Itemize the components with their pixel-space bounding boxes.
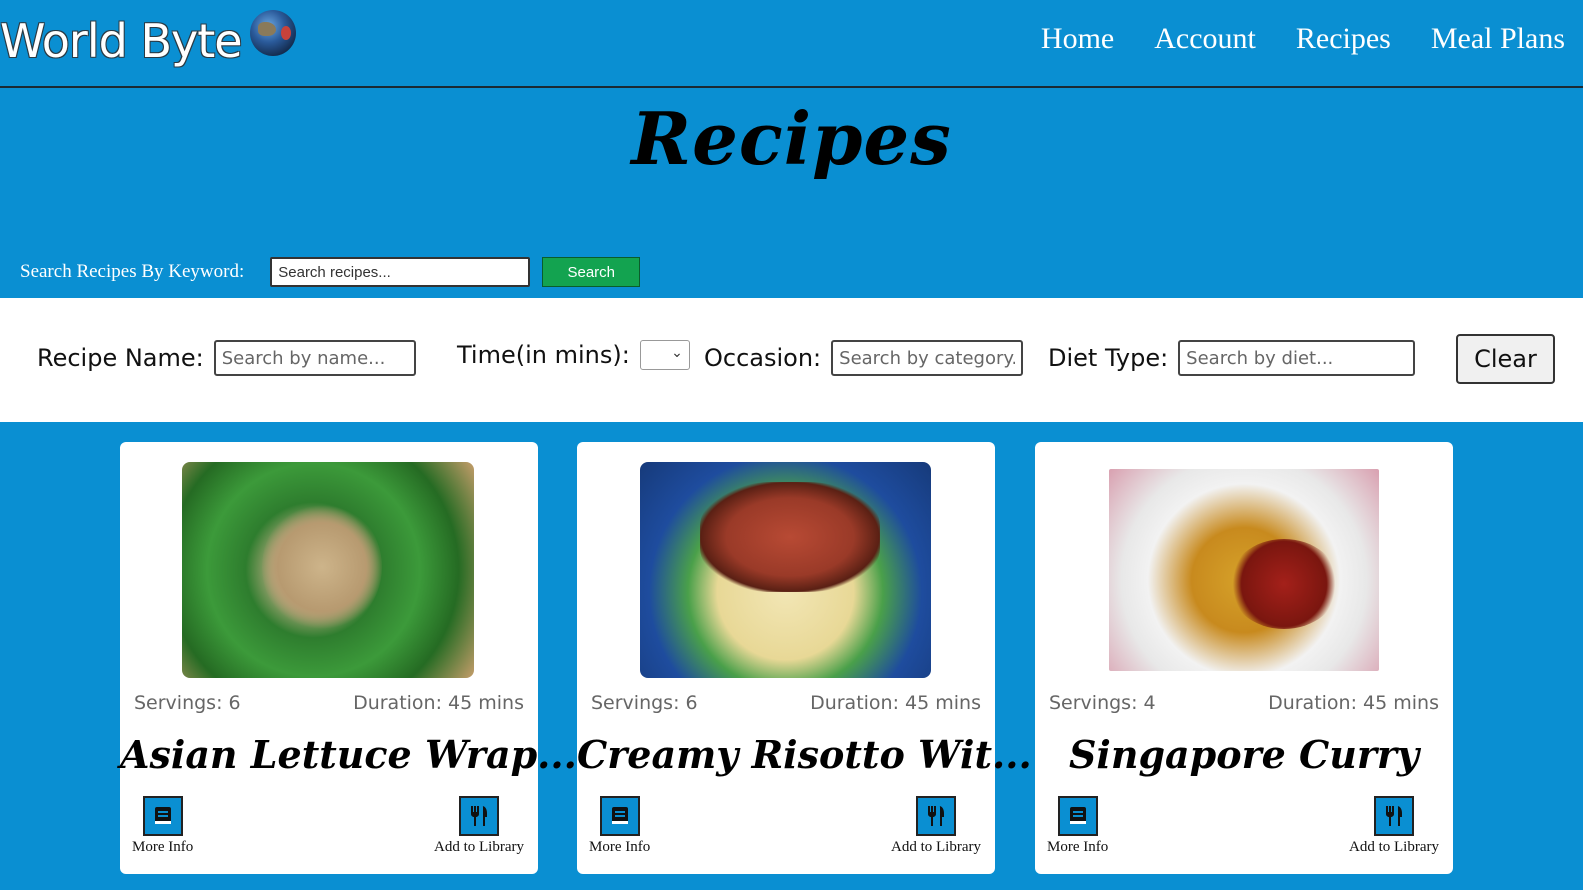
recipe-card: Servings: 6 Duration: 45 mins Asian Lett… (120, 442, 577, 874)
add-to-library-label: Add to Library (1349, 839, 1439, 855)
recipe-title[interactable]: Singapore Curry (1035, 732, 1453, 777)
occasion-label: Occasion: (704, 344, 822, 372)
time-filter: Time(in mins): ⌄ (457, 340, 690, 370)
utensils-icon (459, 796, 499, 836)
recipe-name-label: Recipe Name: (37, 344, 204, 372)
more-info-label: More Info (589, 839, 651, 855)
clear-button[interactable]: Clear (1456, 334, 1555, 384)
duration: Duration: 45 mins (810, 692, 981, 714)
servings: Servings: 6 (134, 692, 241, 714)
occasion-filter: Occasion: (704, 340, 1024, 376)
brand-logo[interactable]: World Byte (0, 10, 296, 72)
nav-recipes[interactable]: Recipes (1296, 22, 1391, 56)
utensils-icon (916, 796, 956, 836)
main-nav: Home Account Recipes Meal Plans (1041, 22, 1565, 56)
recipe-meta: Servings: 4 Duration: 45 mins (1049, 692, 1439, 714)
recipe-meta: Servings: 6 Duration: 45 mins (591, 692, 981, 714)
keyword-search-label: Search Recipes By Keyword: (20, 261, 245, 282)
time-label: Time(in mins): (457, 341, 630, 369)
servings: Servings: 4 (1049, 692, 1156, 714)
recipe-card: Servings: 6 Duration: 45 mins Creamy Ris… (577, 442, 1032, 874)
nav-account[interactable]: Account (1154, 22, 1256, 56)
search-button[interactable]: Search (542, 257, 641, 287)
duration: Duration: 45 mins (1268, 692, 1439, 714)
chevron-down-icon: ⌄ (671, 345, 683, 361)
duration: Duration: 45 mins (353, 692, 524, 714)
recipe-title[interactable]: Creamy Risotto Wit... (577, 732, 1032, 777)
recipe-image (1109, 469, 1379, 671)
nav-meal-plans[interactable]: Meal Plans (1431, 22, 1565, 56)
nav-home[interactable]: Home (1041, 22, 1114, 56)
book-icon (142, 796, 183, 836)
filter-bar: Recipe Name: Time(in mins): ⌄ Occasion: … (0, 298, 1583, 422)
recipe-card: Servings: 4 Duration: 45 mins Singapore … (1035, 442, 1453, 874)
diet-input[interactable] (1178, 340, 1416, 376)
add-to-library-button[interactable]: Add to Library (1349, 796, 1439, 856)
add-to-library-button[interactable]: Add to Library (434, 796, 524, 856)
occasion-input[interactable] (831, 340, 1024, 376)
more-info-button[interactable]: More Info (589, 796, 650, 856)
keyword-search-input[interactable] (270, 257, 531, 287)
time-select[interactable]: ⌄ (639, 340, 690, 370)
recipe-name-input[interactable] (213, 340, 416, 376)
add-to-library-label: Add to Library (434, 839, 524, 855)
diet-label: Diet Type: (1048, 344, 1169, 372)
recipe-image (182, 462, 474, 678)
keyword-search-row: Search Recipes By Keyword: Search (20, 257, 641, 287)
utensils-icon (1374, 796, 1414, 836)
recipe-name-filter: Recipe Name: (37, 340, 416, 376)
brand-name: World Byte (0, 14, 243, 68)
top-navbar: World Byte Home Account Recipes Meal Pla… (0, 0, 1583, 88)
recipe-meta: Servings: 6 Duration: 45 mins (134, 692, 524, 714)
recipe-title[interactable]: Asian Lettuce Wrap... (120, 732, 577, 777)
more-info-button[interactable]: More Info (132, 796, 193, 856)
servings: Servings: 6 (591, 692, 698, 714)
book-icon (1057, 796, 1098, 836)
more-info-label: More Info (132, 839, 194, 855)
add-to-library-button[interactable]: Add to Library (891, 796, 981, 856)
diet-filter: Diet Type: (1048, 340, 1416, 376)
recipe-image (640, 462, 931, 678)
book-icon (599, 796, 640, 836)
globe-icon (249, 10, 296, 56)
page-title: Recipes (631, 96, 952, 181)
more-info-label: More Info (1047, 839, 1109, 855)
more-info-button[interactable]: More Info (1047, 796, 1108, 856)
add-to-library-label: Add to Library (891, 839, 981, 855)
